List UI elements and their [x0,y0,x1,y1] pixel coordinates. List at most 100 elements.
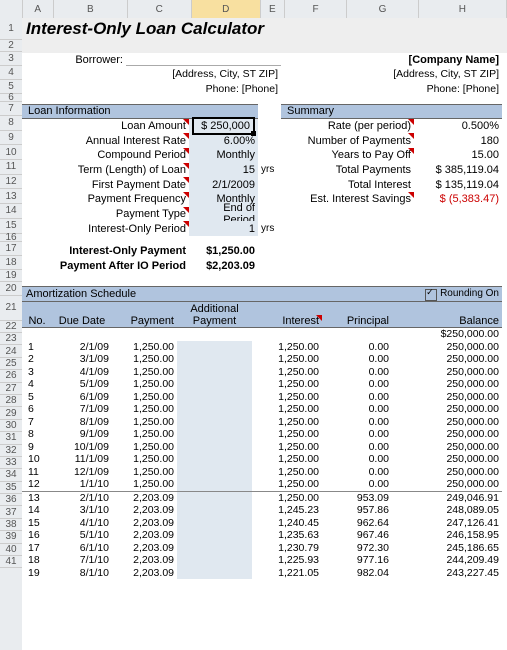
label-loan_amount: Loan Amount [22,119,189,134]
row-31[interactable]: 31 [0,432,22,444]
value-total_int: $ 135,119.04 [414,177,502,192]
unit: yrs [258,163,281,178]
borrower-input[interactable] [126,53,281,66]
col-A[interactable]: A [23,0,54,18]
col-B[interactable]: B [54,0,128,18]
table-row[interactable]: 12/1/091,250.001,250.000.00250,000.00 [22,341,502,354]
col-F[interactable]: F [285,0,348,18]
row-29[interactable]: 29 [0,407,22,419]
col-G[interactable]: G [347,0,418,18]
row-11[interactable]: 11 [0,160,22,175]
table-row[interactable]: 89/1/091,250.001,250.000.00250,000.00 [22,428,502,441]
table-row[interactable]: 132/1/102,203.091,250.00953.09249,046.91 [22,491,502,505]
table-row[interactable]: 121/1/101,250.001,250.000.00250,000.00 [22,478,502,491]
table-row[interactable]: 23/1/091,250.001,250.000.00250,000.00 [22,353,502,366]
unit [258,133,281,148]
row-8[interactable]: 8 [0,116,22,131]
col-due: Due Date [52,315,112,327]
table-row[interactable]: 34/1/091,250.001,250.000.00250,000.00 [22,366,502,379]
row-17[interactable]: 17 [0,242,22,256]
input-loan_amount[interactable]: $ 250,000 [189,119,258,134]
table-row[interactable]: 198/1/102,203.091,221.05982.04243,227.45 [22,567,502,580]
row-6[interactable]: 6 [0,94,22,102]
input-pay_type[interactable]: End of Period [189,207,258,222]
row-32[interactable]: 32 [0,445,22,457]
col-D[interactable]: D [192,0,261,18]
row-40[interactable]: 40 [0,544,22,556]
row-18[interactable]: 18 [0,256,22,270]
label-pay_type: Payment Type [22,207,189,222]
row-39[interactable]: 39 [0,531,22,543]
row-21[interactable]: 21 [0,296,22,321]
table-row[interactable]: 165/1/102,203.091,235.63967.46246,158.95 [22,529,502,542]
row-23[interactable]: 23 [0,333,22,345]
input-term[interactable]: 15 [189,163,258,178]
grid-area[interactable]: Interest-Only Loan Calculator Borrower: … [22,18,507,650]
after-io-label: Payment After IO Period [22,259,189,274]
row-20[interactable]: 20 [0,282,22,296]
col-C[interactable]: C [128,0,192,18]
unit [258,207,281,222]
table-row[interactable]: 143/1/102,203.091,245.23957.86248,089.05 [22,504,502,517]
label-est_save: Est. Interest Savings [281,192,414,207]
row-30[interactable]: 30 [0,420,22,432]
row-36[interactable]: 36 [0,494,22,506]
table-row[interactable]: 45/1/091,250.001,250.000.00250,000.00 [22,378,502,391]
row-12[interactable]: 12 [0,175,22,190]
col-E[interactable]: E [261,0,285,18]
rounding-checkbox[interactable]: Rounding On [402,287,502,302]
input-first_date[interactable]: 2/1/2009 [189,177,258,192]
col-prin: Principal [322,315,392,327]
row-35[interactable]: 35 [0,482,22,494]
row-28[interactable]: 28 [0,395,22,407]
table-row[interactable]: 56/1/091,250.001,250.000.00250,000.00 [22,391,502,404]
row-9[interactable]: 9 [0,131,22,146]
label-rate_per: Rate (per period) [281,119,414,134]
table-row[interactable]: 176/1/102,203.091,230.79972.30245,186.65 [22,542,502,555]
row-19[interactable]: 19 [0,270,22,282]
row-14[interactable]: 14 [0,204,22,219]
label-first_date: First Payment Date [22,177,189,192]
unit [258,177,281,192]
row-41[interactable]: 41 [0,556,22,568]
row-16[interactable]: 16 [0,234,22,242]
row-27[interactable]: 27 [0,383,22,395]
row-3[interactable]: 3 [0,52,22,66]
row-34[interactable]: 34 [0,469,22,481]
label-io_period: Interest-Only Period [22,221,189,236]
company-address: [Address, City, ST ZIP] [281,67,502,82]
label-term: Term (Length) of Loan [22,163,189,178]
row-25[interactable]: 25 [0,358,22,370]
label-total_int: Total Interest [281,177,414,192]
select-all-corner[interactable] [0,0,23,18]
input-annual_rate[interactable]: 6.00% [189,133,258,148]
value-years_off: 15.00 [414,148,502,163]
row-26[interactable]: 26 [0,370,22,382]
after-io: $2,203.09 [189,259,258,274]
table-row[interactable]: 154/1/102,203.091,240.45962.64247,126.41 [22,517,502,530]
label-annual_rate: Annual Interest Rate [22,133,189,148]
table-row[interactable]: 910/1/091,250.001,250.000.00250,000.00 [22,441,502,454]
row-1[interactable]: 1 [0,18,22,40]
table-row[interactable]: 187/1/102,203.091,225.93977.16244,209.49 [22,554,502,567]
start-balance: $250,000.00 [392,328,502,341]
row-7[interactable]: 7 [0,102,22,116]
row-38[interactable]: 38 [0,519,22,531]
table-row[interactable]: 1112/1/091,250.001,250.000.00250,000.00 [22,466,502,479]
input-io_period[interactable]: 1 [189,221,258,236]
row-22[interactable]: 22 [0,321,22,334]
col-H[interactable]: H [419,0,507,18]
row-13[interactable]: 13 [0,189,22,204]
row-10[interactable]: 10 [0,145,22,160]
table-row[interactable]: 67/1/091,250.001,250.000.00250,000.00 [22,403,502,416]
row-24[interactable]: 24 [0,345,22,357]
table-row[interactable]: 1011/1/091,250.001,250.000.00250,000.00 [22,453,502,466]
input-compound[interactable]: Monthly [189,148,258,163]
label-num_pay: Number of Payments [281,133,414,148]
unit: yrs [258,221,281,236]
row-37[interactable]: 37 [0,506,22,518]
row-33[interactable]: 33 [0,457,22,469]
table-row[interactable]: 78/1/091,250.001,250.000.00250,000.00 [22,416,502,429]
row-4[interactable]: 4 [0,66,22,80]
row-2[interactable]: 2 [0,40,22,52]
